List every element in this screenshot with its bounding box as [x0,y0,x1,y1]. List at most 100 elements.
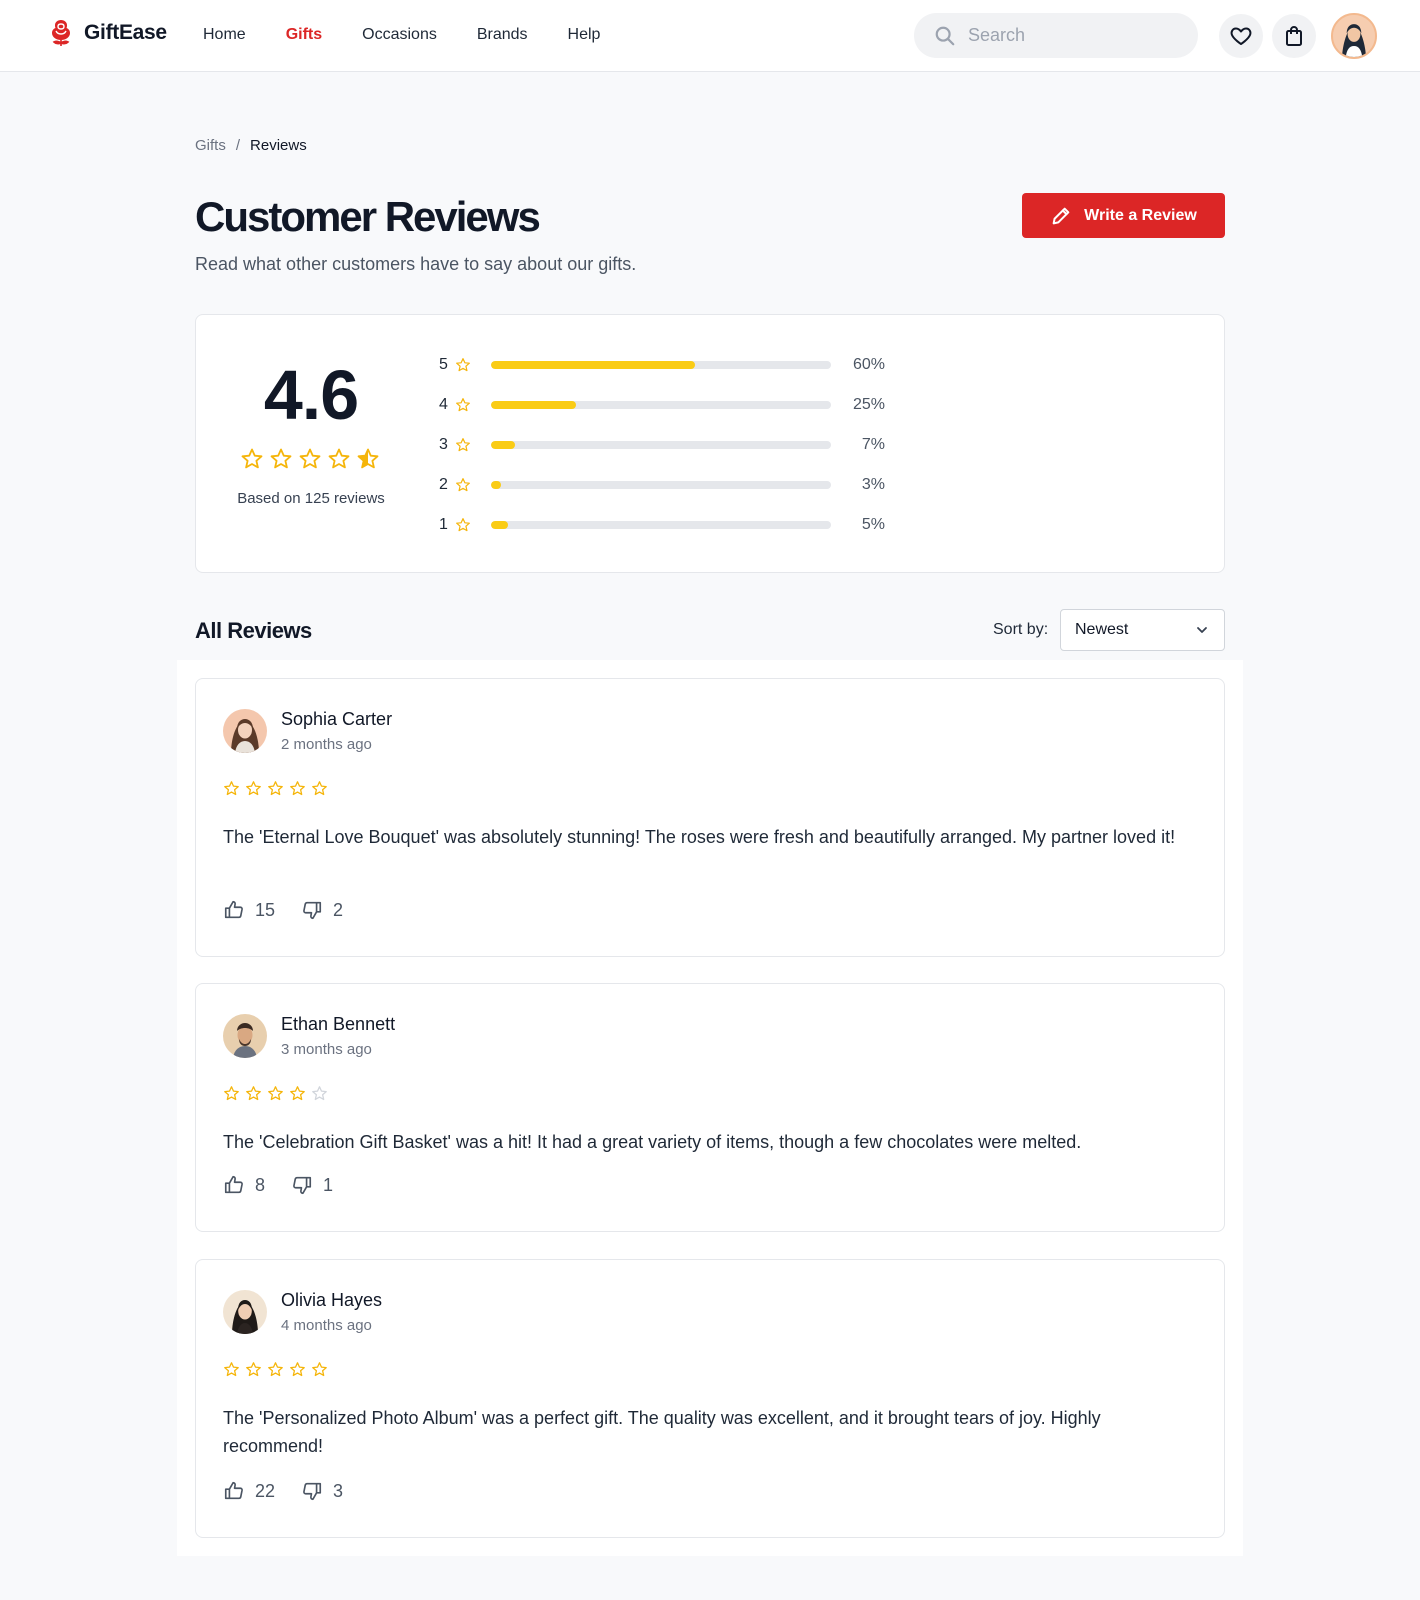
review-time: 3 months ago [281,1041,372,1058]
search-input[interactable] [968,25,1168,46]
distribution-percent: 3% [861,476,885,493]
distribution-bar [491,361,831,369]
helpful-button[interactable]: 15 [223,899,275,921]
chevron-down-icon [1197,627,1207,633]
search-box[interactable] [914,13,1198,58]
nav-brands[interactable]: Brands [477,26,528,44]
review-card: Olivia Hayes 4 months ago The 'Personalize… [195,1259,1225,1538]
pencil-icon [1052,207,1070,224]
not-helpful-count: 3 [333,1480,344,1501]
review-actions: 15 2 [223,899,369,921]
star-icon [456,518,470,532]
thumbs-down-icon [293,1176,312,1195]
sort-dropdown[interactable]: Newest [1060,609,1225,651]
star-icon [224,1362,239,1377]
distribution-bar-fill [491,401,576,409]
sort-value: Newest [1075,621,1129,638]
average-rating: 4.6 [263,356,359,434]
star-icon [299,448,321,469]
reviewer-avatar [223,1014,267,1058]
not-helpful-button[interactable]: 3 [301,1480,343,1502]
reviewer-name: Ethan Bennett [281,1014,396,1034]
nav-gifts[interactable]: Gifts [286,26,322,44]
star-icon [268,1362,283,1377]
thumbs-down-icon [303,901,322,920]
sort-label: Sort by: [993,621,1049,638]
reviewer-avatar [223,709,267,753]
shopping-bag-icon [1286,26,1302,46]
star-icon [456,358,470,372]
distribution-bar [491,441,831,449]
distribution-percent: 7% [861,436,885,453]
reviewer-avatar [223,1290,267,1334]
star-icon [290,1362,305,1377]
star-icon [312,781,327,796]
cart-button[interactable] [1272,14,1316,58]
distribution-row-3: 3 7% [439,425,885,465]
star-icon [290,781,305,796]
review-card: Sophia Carter 2 months ago The 'Eternal Lo… [195,678,1225,957]
nav-home[interactable]: Home [203,26,246,44]
star-icon [456,438,470,452]
average-stars [240,447,380,471]
star-icon [246,1362,261,1377]
wishlist-button[interactable] [1219,14,1263,58]
breadcrumb-gifts-link[interactable]: Gifts [195,137,226,154]
user-avatar[interactable] [1331,13,1377,59]
page-subtitle: Read what other customers have to say ab… [195,254,637,274]
write-review-button[interactable]: Write a Review [1022,193,1225,238]
reviewer-name: Olivia Hayes [281,1290,383,1310]
distribution-star-label: 2 [439,476,448,493]
star-icon [456,478,470,492]
helpful-button[interactable]: 22 [223,1480,275,1502]
nav-help[interactable]: Help [568,26,601,44]
helpful-count: 15 [255,899,276,920]
breadcrumb-current: Reviews [250,137,307,154]
distribution-star-label: 1 [439,516,448,533]
page-title: Customer Reviews [195,193,541,240]
star-icon [268,1086,283,1101]
thumbs-up-icon [224,1175,243,1194]
brand-logo[interactable]: GiftEase [48,18,167,48]
rating-summary-card: 4.6 Based on 125 reviews 5 60% 4 25% 3 7% 2 3% 1… [195,314,1225,573]
thumbs-up-icon [224,1481,243,1500]
not-helpful-count: 1 [323,1174,334,1195]
thumbs-down-icon [303,1482,322,1501]
not-helpful-button[interactable]: 1 [291,1174,333,1196]
distribution-percent: 25% [852,396,885,413]
star-icon [456,398,470,412]
star-half-icon [357,448,379,469]
distribution-star-label: 3 [439,436,448,453]
review-actions: 81 [223,1174,359,1196]
helpful-button[interactable]: 8 [223,1174,265,1196]
top-navigation-bar: GiftEase Home Gifts Occasions Brands Hel… [0,0,1420,72]
review-text: The 'Eternal Love Bouquet' was absolutel… [223,827,1176,847]
distribution-bar [491,521,831,529]
breadcrumb-separator: / [235,137,241,154]
distribution-star-label: 4 [439,396,448,413]
breadcrumb: Gifts / Reviews [195,137,307,154]
not-helpful-button[interactable]: 2 [301,899,343,921]
user-avatar-image [1333,15,1375,57]
nav-occasions[interactable]: Occasions [362,26,437,44]
distribution-row-4: 4 25% [439,385,885,425]
star-icon [328,448,350,469]
star-icon [270,448,292,469]
thumbs-up-icon [224,900,243,919]
rating-distribution: 5 60% 4 25% 3 7% 2 3% 1 5% [439,345,885,545]
review-card: Ethan Bennett 3 months ago The 'Celebratio… [195,983,1225,1232]
star-icon [312,1362,327,1377]
distribution-bar-fill [491,521,508,529]
review-stars [223,1085,328,1102]
star-icon [224,781,239,796]
review-time: 4 months ago [281,1317,372,1334]
star-icon [224,1086,239,1101]
heart-icon [1230,27,1252,45]
star-empty-icon [312,1086,327,1101]
distribution-row-5: 5 60% [439,345,885,385]
not-helpful-count: 2 [333,899,344,920]
review-stars [223,780,328,797]
reviewer-name: Sophia Carter [281,709,393,729]
star-icon [246,1086,261,1101]
review-actions: 22 3 [223,1480,369,1502]
